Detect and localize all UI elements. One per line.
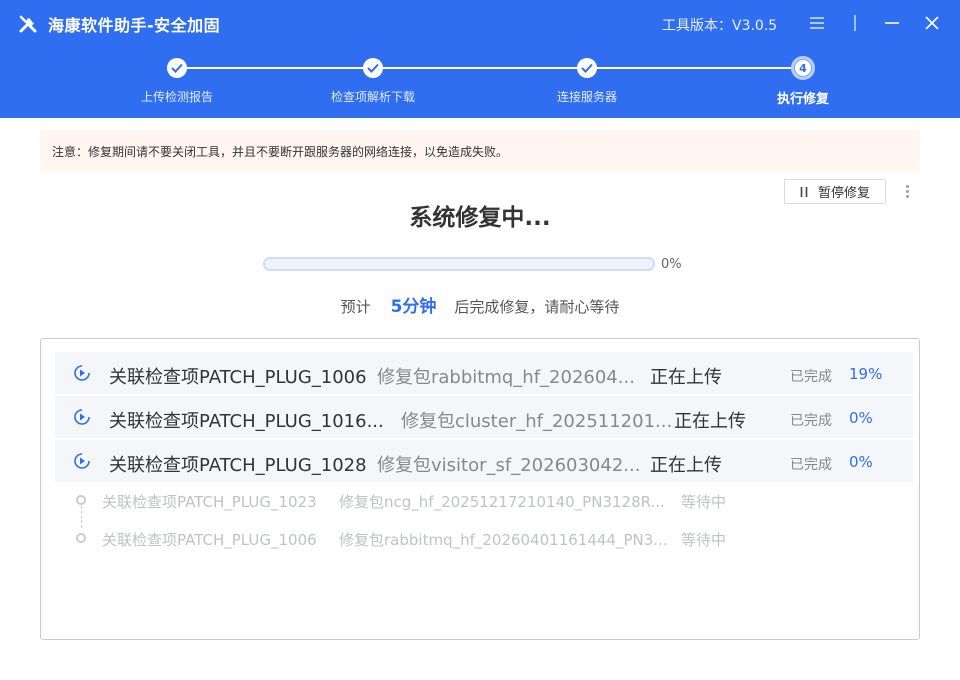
app-title: 海康软件助手-安全加固 [48,16,221,35]
page-title: 系统修复中... [409,205,551,231]
task-check: 关联检查项PATCH_PLUG_1006 [102,531,317,549]
progress-bar [263,257,655,271]
pause-icon [800,186,808,198]
task-status: 等待中 [681,493,727,511]
warning-notice: 注意：修复期间请不要关闭工具，并且不要断开跟服务器的网络连接，以免造成失败。 [40,130,920,172]
version-label: 工具版本：V3.0.5 [662,18,778,34]
step-connector [177,67,801,69]
pending-icon [76,533,86,543]
task-check: 关联检查项PATCH_PLUG_1006 [109,367,367,388]
task-check: 关联检查项PATCH_PLUG_1028 [109,455,367,476]
step-label: 检查项解析下载 [330,90,415,104]
task-status: 正在上传 [650,455,722,476]
task-row: 关联检查项PATCH_PLUG_1006 修复包rabbitmq_hf_2026… [55,352,913,394]
task-done-label: 已完成 [790,413,832,429]
task-percent: 0% [849,453,873,471]
eta-prefix: 预计 [340,298,371,316]
task-check: 关联检查项PATCH_PLUG_1016... [109,411,384,432]
title-area: 海康软件助手-安全加固 [18,12,220,36]
task-row: 关联检查项PATCH_PLUG_1028 修复包visitor_sf_20260… [55,440,913,482]
close-icon[interactable] [921,12,943,34]
eta-suffix: 后完成修复，请耐心等待 [454,298,620,316]
task-list[interactable]: 关联检查项PATCH_PLUG_1006 修复包rabbitmq_hf_2026… [40,338,920,640]
step-1: 上传检测报告 [107,56,247,105]
task-percent: 0% [849,409,873,427]
task-package: 修复包visitor_sf_202603042... [377,455,641,476]
step-3: 连接服务器 [517,56,657,105]
check-icon [167,58,187,78]
task-percent: 19% [849,365,883,383]
step-number-badge: 4 [791,56,815,80]
waiting-row: 关联检查项PATCH_PLUG_1023 修复包ncg_hf_202512172… [55,482,913,518]
tools-icon [18,14,38,34]
header-bar: 海康软件助手-安全加固 工具版本：V3.0.5 上传检测报告 检查项解析下载 连… [0,0,960,118]
check-icon [577,58,597,78]
uploading-icon [73,364,91,382]
task-package: 修复包rabbitmq_hf_202604... [377,367,635,388]
notice-text: 注意：修复期间请不要关闭工具，并且不要断开跟服务器的网络连接，以免造成失败。 [52,144,509,159]
step-4: 4 执行修复 [733,56,873,107]
step-2: 检查项解析下载 [303,56,443,105]
menu-icon[interactable] [806,12,828,34]
minimize-icon[interactable] [881,12,903,34]
waiting-row: 关联检查项PATCH_PLUG_1006 修复包rabbitmq_hf_2026… [55,520,913,556]
task-package: 修复包rabbitmq_hf_20260401161444_PN3... [339,531,668,549]
task-status: 等待中 [681,531,727,549]
uploading-icon [73,452,91,470]
app-window: 海康软件助手-安全加固 工具版本：V3.0.5 上传检测报告 检查项解析下载 连… [0,0,960,680]
uploading-icon [73,408,91,426]
pending-icon [76,495,86,505]
eta-value: 5分钟 [390,297,437,317]
task-status: 正在上传 [650,367,722,388]
task-status: 正在上传 [674,411,746,432]
step-label: 连接服务器 [556,90,617,104]
task-check: 关联检查项PATCH_PLUG_1023 [102,493,317,511]
progress-percent: 0% [661,257,682,272]
step-label: 执行修复 [776,92,829,107]
task-done-label: 已完成 [790,457,832,473]
task-package: 修复包cluster_hf_202511201... [401,411,673,432]
eta-line: 预计 5分钟 后完成修复，请耐心等待 [0,292,960,317]
step-number: 4 [795,60,811,76]
check-icon [363,58,383,78]
step-indicator: 上传检测报告 检查项解析下载 连接服务器 4 执行修复 [0,56,960,108]
task-done-label: 已完成 [790,369,832,385]
step-label: 上传检测报告 [140,90,213,104]
divider [844,12,866,34]
task-package: 修复包ncg_hf_20251217210140_PN3128R... [339,493,665,511]
task-row: 关联检查项PATCH_PLUG_1016... 修复包cluster_hf_20… [55,396,913,438]
